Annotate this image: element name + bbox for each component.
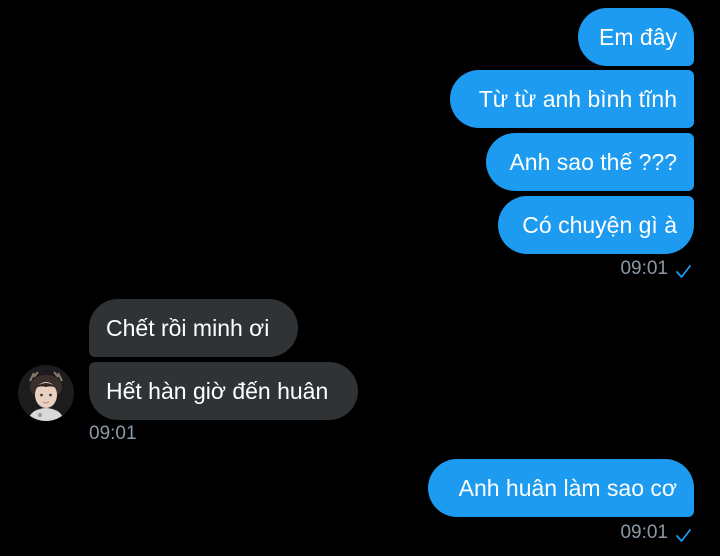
message-timestamp: 09:01 [89,423,137,444]
incoming-message[interactable]: Hết hàn giờ đến huân [89,362,358,420]
user-avatar[interactable] [18,365,74,421]
outgoing-message[interactable]: Em đây [578,8,694,66]
read-check-icon [676,265,691,278]
outgoing-message[interactable]: Anh sao thế ??? [486,133,694,191]
incoming-message[interactable]: Chết rồi minh ơi [89,299,298,357]
message-timestamp: 09:01 [620,258,668,279]
avatar-image [18,365,74,421]
outgoing-message[interactable]: Từ từ anh bình tĩnh [450,70,694,128]
outgoing-message[interactable]: Có chuyện gì à [498,196,694,254]
message-timestamp: 09:01 [620,522,668,543]
outgoing-message[interactable]: Anh huân làm sao cơ [428,459,694,517]
read-check-icon [676,529,691,542]
